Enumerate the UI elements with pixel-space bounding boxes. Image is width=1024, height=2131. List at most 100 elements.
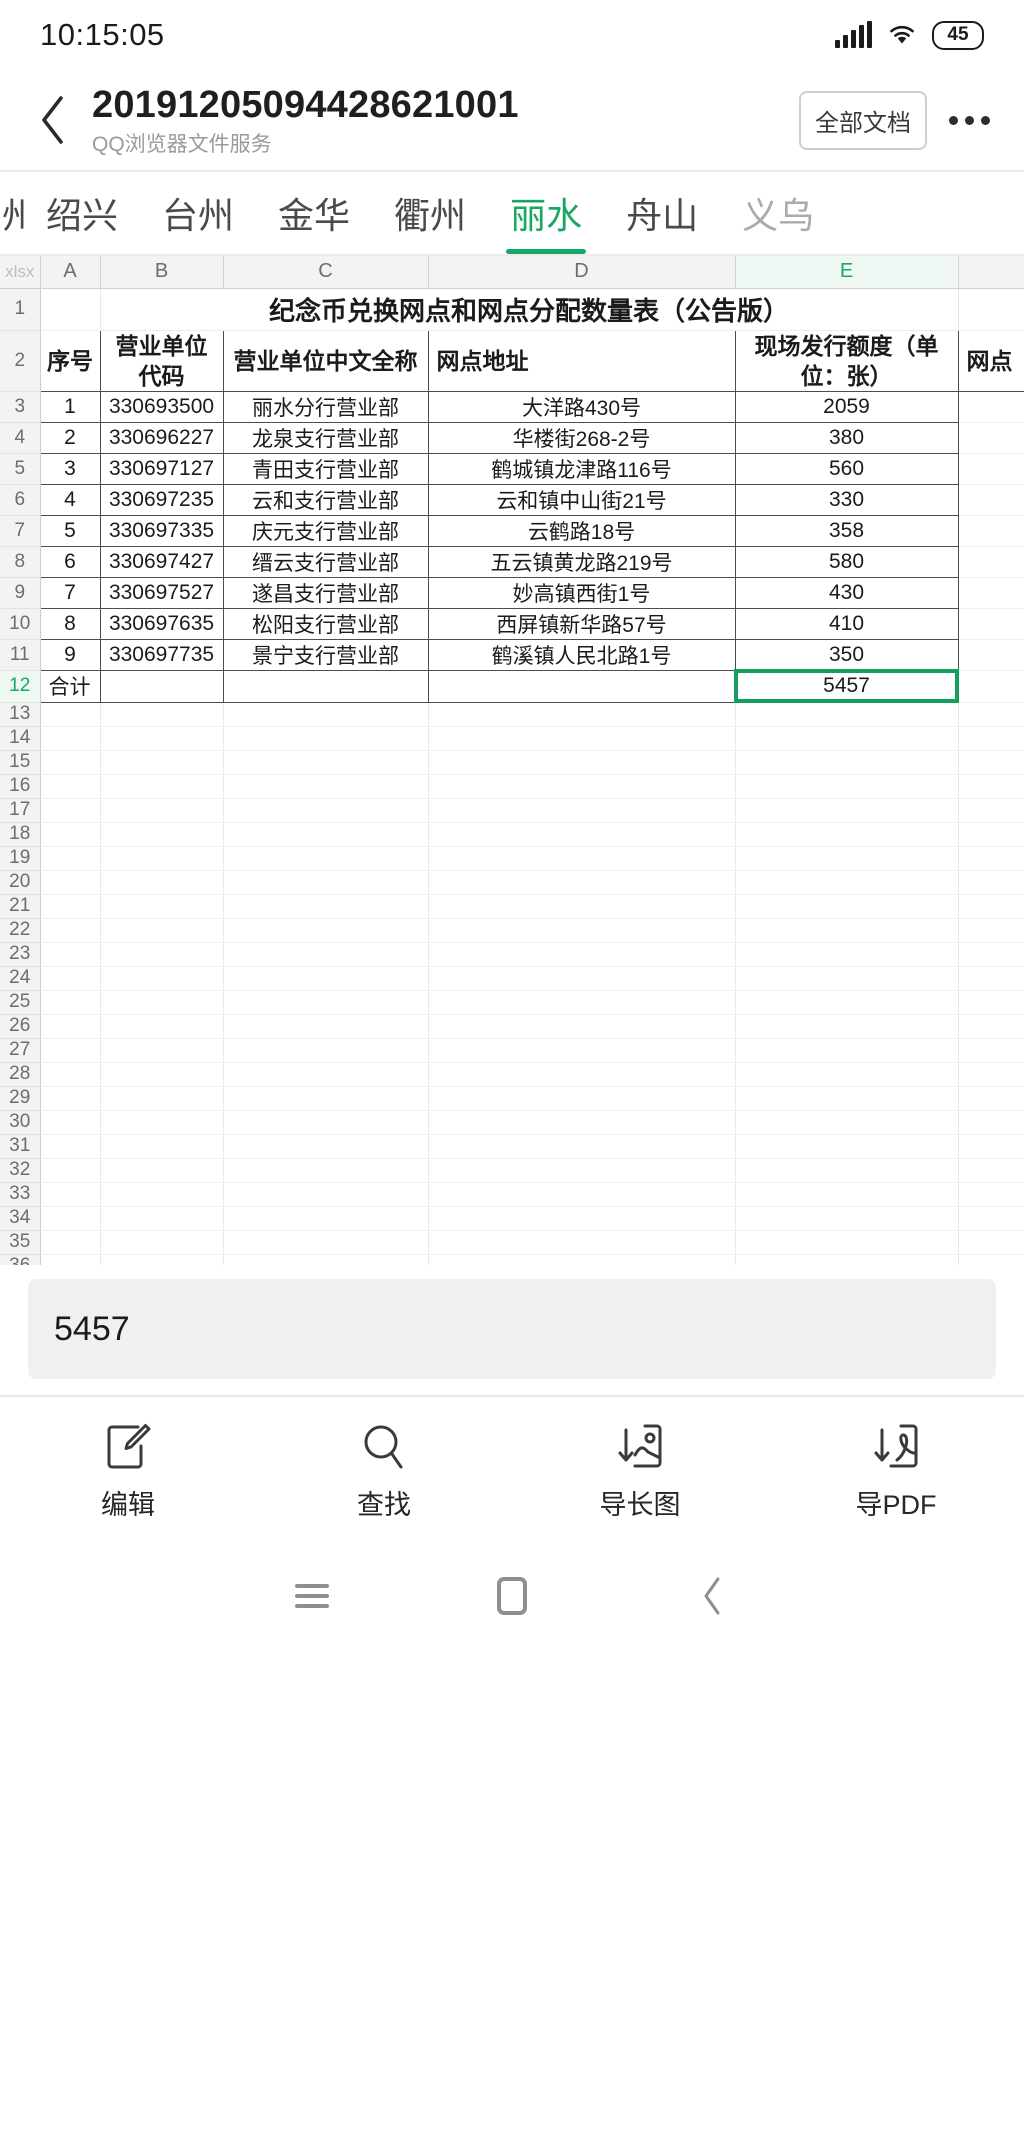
sheet-tab-4[interactable]: 丽水: [488, 172, 604, 254]
empty-cell[interactable]: [958, 966, 1024, 991]
empty-cell[interactable]: [223, 1038, 429, 1063]
empty-cell[interactable]: [428, 726, 736, 751]
empty-cell[interactable]: [40, 726, 101, 751]
empty-cell[interactable]: [735, 774, 959, 799]
cell-address[interactable]: 妙高镇西街1号: [427, 576, 736, 609]
row-header-26[interactable]: 26: [0, 1014, 41, 1039]
empty-cell[interactable]: [223, 1014, 429, 1039]
empty-cell[interactable]: [958, 1062, 1024, 1087]
empty-cell[interactable]: [428, 918, 736, 943]
empty-cell[interactable]: [428, 1230, 736, 1255]
empty-cell[interactable]: [100, 1206, 224, 1231]
cell-next[interactable]: [958, 639, 1024, 671]
empty-cell[interactable]: [223, 942, 429, 967]
empty-cell[interactable]: [958, 942, 1024, 967]
cell-title-merged[interactable]: 纪念币兑换网点和网点分配数量表（公告版）: [100, 288, 959, 331]
cell-quota[interactable]: 430: [734, 576, 959, 609]
empty-cell[interactable]: [100, 870, 224, 895]
empty-cell[interactable]: [223, 1206, 429, 1231]
cell-quota[interactable]: 580: [734, 545, 959, 578]
empty-cell[interactable]: [40, 1110, 101, 1135]
empty-cell[interactable]: [735, 1062, 959, 1087]
cell-seq[interactable]: 2: [39, 421, 101, 454]
sheet-tab-2[interactable]: 金华: [256, 172, 372, 254]
row-header-16[interactable]: 16: [0, 774, 41, 799]
empty-cell[interactable]: [735, 822, 959, 847]
empty-cell[interactable]: [100, 1038, 224, 1063]
empty-cell[interactable]: [40, 774, 101, 799]
cell-quota[interactable]: 350: [734, 638, 959, 671]
empty-cell[interactable]: [958, 822, 1024, 847]
empty-cell[interactable]: [40, 894, 101, 919]
cell-branch-name[interactable]: 遂昌支行营业部: [222, 576, 429, 609]
empty-cell[interactable]: [40, 822, 101, 847]
empty-cell[interactable]: [223, 846, 429, 871]
row-header-29[interactable]: 29: [0, 1086, 41, 1111]
cell-address[interactable]: 鹤城镇龙津路116号: [427, 452, 736, 485]
empty-cell[interactable]: [735, 1134, 959, 1159]
row-header-30[interactable]: 30: [0, 1110, 41, 1135]
empty-cell[interactable]: [40, 798, 101, 823]
empty-cell[interactable]: [223, 1086, 429, 1111]
empty-cell[interactable]: [100, 1158, 224, 1183]
empty-cell[interactable]: [735, 966, 959, 991]
empty-cell[interactable]: [223, 966, 429, 991]
cell-quota[interactable]: 2059: [734, 390, 959, 423]
menu-recents-icon[interactable]: [212, 1545, 412, 1646]
table-header-code[interactable]: 营业单位代码: [99, 329, 224, 392]
row-header-6[interactable]: 6: [0, 484, 41, 516]
row-header-20[interactable]: 20: [0, 870, 41, 895]
empty-cell[interactable]: [958, 990, 1024, 1015]
row-header-17[interactable]: 17: [0, 798, 41, 823]
empty-cell[interactable]: [100, 1110, 224, 1135]
empty-cell[interactable]: [735, 1086, 959, 1111]
empty-cell[interactable]: [958, 1014, 1024, 1039]
cell-code[interactable]: 330697235: [99, 483, 224, 516]
empty-cell[interactable]: [735, 1110, 959, 1135]
cell-next[interactable]: [958, 577, 1024, 609]
cell-next[interactable]: [958, 453, 1024, 485]
empty-cell[interactable]: [735, 846, 959, 871]
empty-cell[interactable]: [223, 1062, 429, 1087]
empty-cell[interactable]: [428, 990, 736, 1015]
cell-total-c[interactable]: [222, 669, 429, 703]
cell-branch-name[interactable]: 景宁支行营业部: [222, 638, 429, 671]
empty-cell[interactable]: [958, 870, 1024, 895]
empty-cell[interactable]: [100, 894, 224, 919]
back-chevron-icon[interactable]: [24, 85, 82, 155]
empty-cell[interactable]: [100, 1134, 224, 1159]
empty-cell[interactable]: [428, 1134, 736, 1159]
empty-cell[interactable]: [100, 918, 224, 943]
sheet-corner-label[interactable]: xlsx: [0, 256, 41, 289]
empty-cell[interactable]: [735, 1230, 959, 1255]
cell-branch-name[interactable]: 龙泉支行营业部: [222, 421, 429, 454]
row-header-25[interactable]: 25: [0, 990, 41, 1015]
column-header-e[interactable]: E: [735, 256, 959, 289]
empty-cell[interactable]: [428, 1086, 736, 1111]
cell-f1[interactable]: [958, 288, 1024, 331]
column-header-b[interactable]: B: [100, 256, 224, 289]
cell-quota[interactable]: 358: [734, 514, 959, 547]
row-header-4[interactable]: 4: [0, 422, 41, 454]
cell-seq[interactable]: 5: [39, 514, 101, 547]
row-header-12[interactable]: 12: [0, 670, 41, 703]
empty-cell[interactable]: [428, 1062, 736, 1087]
empty-cell[interactable]: [958, 894, 1024, 919]
cell-address[interactable]: 云和镇中山街21号: [427, 483, 736, 516]
cell-quota[interactable]: 410: [734, 607, 959, 640]
cell-code[interactable]: 330696227: [99, 421, 224, 454]
row-header-28[interactable]: 28: [0, 1062, 41, 1087]
empty-cell[interactable]: [223, 1110, 429, 1135]
empty-cell[interactable]: [40, 1086, 101, 1111]
empty-cell[interactable]: [223, 798, 429, 823]
row-header-14[interactable]: 14: [0, 726, 41, 751]
empty-cell[interactable]: [223, 894, 429, 919]
empty-cell[interactable]: [223, 1158, 429, 1183]
cell-address[interactable]: 大洋路430号: [427, 390, 736, 423]
empty-cell[interactable]: [223, 726, 429, 751]
row-header-32[interactable]: 32: [0, 1158, 41, 1183]
empty-cell[interactable]: [428, 870, 736, 895]
spreadsheet-viewport[interactable]: xlsx A B C D E 1 纪念币兑换网点和网点分配数量表（公告版） 2 序号营…: [0, 256, 1024, 1265]
cell-seq[interactable]: 4: [39, 483, 101, 516]
empty-cell[interactable]: [735, 1182, 959, 1207]
